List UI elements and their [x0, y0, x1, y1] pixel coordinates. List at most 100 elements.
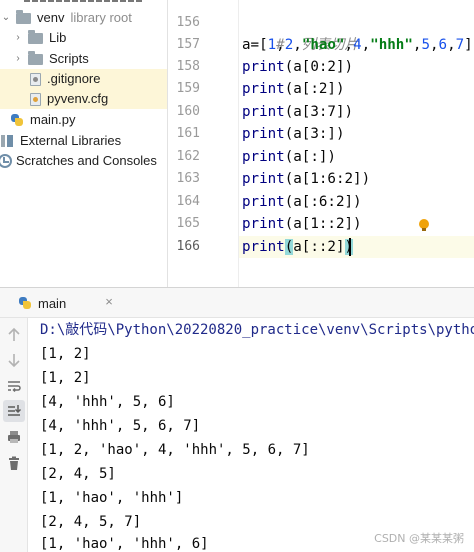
- code-number: 2: [284, 37, 294, 53]
- code-token: ,: [344, 37, 354, 53]
- code-token: ,: [293, 37, 302, 53]
- python-run-icon: [18, 296, 32, 310]
- run-tab-main[interactable]: main: [18, 292, 66, 314]
- code-number: 6: [438, 37, 448, 53]
- code-builtin: print: [242, 171, 285, 187]
- console-output-line: [4, 'hhh', 5, 6, 7]: [40, 418, 201, 434]
- code-token: (a[0:2]): [284, 59, 354, 75]
- up-arrow-icon[interactable]: [3, 324, 25, 346]
- tree-item-label: venv: [37, 10, 65, 25]
- tree-item-scratches[interactable]: Scratches and Consoles: [0, 151, 157, 171]
- code-token: ,: [276, 37, 285, 53]
- folder-icon: [28, 50, 43, 65]
- tree-item-label: Lib: [49, 30, 67, 45]
- chevron-right-icon[interactable]: ›: [12, 49, 24, 69]
- code-line-157[interactable]: a=[1,2,"hao",4,"hhh",5,6,7]: [242, 34, 473, 56]
- line-number: 158: [176, 59, 200, 74]
- code-token: (a[1:6:2]): [284, 171, 371, 187]
- code-token: ,: [429, 37, 439, 53]
- console-output-line: [1, 2, 'hao', 4, 'hhh', 5, 6, 7]: [40, 442, 310, 458]
- code-token: ]: [464, 37, 473, 53]
- code-line-163[interactable]: print(a[1:6:2]): [242, 168, 370, 190]
- line-number: 163: [176, 171, 200, 186]
- console-command-line: D:\敲代码\Python\20220820_practice\venv\Scr…: [40, 322, 474, 338]
- code-number: 5: [421, 37, 430, 53]
- intention-bulb-icon[interactable]: [418, 219, 430, 232]
- code-builtin: print: [242, 149, 285, 165]
- tree-item-gitignore[interactable]: .gitignore: [0, 69, 167, 89]
- line-number: 164: [176, 194, 200, 209]
- chevron-right-icon[interactable]: ›: [12, 28, 24, 48]
- down-arrow-icon[interactable]: [3, 349, 25, 371]
- code-string: "hhh": [370, 37, 413, 53]
- project-tree: ⌄ venv library root › Lib › Scripts .git…: [0, 0, 167, 287]
- run-console[interactable]: D:\敲代码\Python\20220820_practice\venv\Scr…: [28, 318, 474, 552]
- console-output-line: [1, 2]: [40, 346, 91, 362]
- text-caret: [349, 238, 351, 256]
- code-line-166[interactable]: print(a[::2]): [242, 236, 354, 258]
- code-builtin: print: [242, 81, 285, 97]
- line-number: 165: [176, 216, 200, 231]
- config-file-icon: [30, 92, 41, 106]
- tree-item-main-py[interactable]: main.py: [6, 110, 76, 130]
- code-token: (a[3:7]): [284, 104, 354, 120]
- line-number-current: 166: [176, 239, 200, 254]
- console-output-line: [4, 'hhh', 5, 6]: [40, 394, 175, 410]
- code-builtin: print: [242, 239, 285, 255]
- library-icon: [0, 135, 15, 147]
- code-line-160[interactable]: print(a[3:7]): [242, 101, 353, 123]
- code-token: (a[3:]): [284, 126, 345, 142]
- chevron-down-icon[interactable]: ⌄: [0, 8, 12, 28]
- print-icon[interactable]: [3, 426, 25, 448]
- tree-item-scripts[interactable]: › Scripts: [12, 49, 89, 69]
- close-icon[interactable]: ×: [102, 293, 116, 311]
- code-line-165[interactable]: print(a[1::2]): [242, 213, 362, 235]
- library-root-hint: library root: [70, 10, 132, 25]
- code-token: (a[1::2]): [284, 216, 362, 232]
- console-output-line: [1, 2]: [40, 370, 91, 386]
- line-number: 160: [176, 104, 200, 119]
- console-output-line: [2, 4, 5]: [40, 466, 116, 482]
- code-builtin: print: [242, 216, 285, 232]
- tree-item-label: Scratches and Consoles: [16, 153, 157, 168]
- line-number: 156: [176, 15, 200, 30]
- line-number: 157: [176, 37, 200, 52]
- run-tab-label: main: [38, 295, 67, 311]
- file-icon: [30, 72, 41, 86]
- tree-item-label: Scripts: [49, 51, 89, 66]
- code-token: (a[:2]): [284, 81, 345, 97]
- tree-item-external-libraries[interactable]: External Libraries: [0, 131, 121, 151]
- run-toolbar: [0, 318, 28, 552]
- tree-item-venv[interactable]: ⌄ venv library root: [0, 8, 132, 28]
- line-number: 161: [176, 126, 200, 141]
- code-line-162[interactable]: print(a[:]): [242, 146, 336, 168]
- tree-item-lib[interactable]: › Lib: [12, 28, 66, 48]
- line-gutter: 156 157 158 159 160 161 162 163 164 165 …: [168, 0, 236, 287]
- code-line-156[interactable]: # 列表切片: [242, 12, 358, 53]
- code-token: ,: [447, 37, 456, 53]
- code-editor[interactable]: 156 157 158 159 160 161 162 163 164 165 …: [167, 0, 474, 287]
- line-number: 159: [176, 81, 200, 96]
- code-token: (a[:6:2]): [284, 194, 362, 210]
- scroll-to-end-icon[interactable]: [3, 400, 25, 422]
- code-line-159[interactable]: print(a[:2]): [242, 78, 345, 100]
- run-tab-bar: main ×: [0, 288, 474, 318]
- code-token: a[::2]: [293, 239, 345, 255]
- code-line-158[interactable]: print(a[0:2]): [242, 56, 353, 78]
- folder-icon: [16, 9, 31, 24]
- tree-item-pyvenv-cfg[interactable]: pyvenv.cfg: [0, 89, 167, 109]
- code-number: 7: [455, 37, 465, 53]
- code-line-161[interactable]: print(a[3:]): [242, 123, 345, 145]
- tree-item-label: main.py: [30, 112, 76, 127]
- tree-item-label: .gitignore: [47, 71, 101, 86]
- soft-wrap-icon[interactable]: [3, 375, 25, 397]
- trash-icon[interactable]: [3, 452, 25, 474]
- line-number: 162: [176, 149, 200, 164]
- code-builtin: print: [242, 126, 285, 142]
- code-token: (a[:]): [284, 149, 336, 165]
- console-output-line: [1, 'hao', 'hhh', 6]: [40, 536, 209, 552]
- code-line-164[interactable]: print(a[:6:2]): [242, 191, 362, 213]
- code-builtin: print: [242, 104, 285, 120]
- code-token: a=[: [242, 37, 268, 53]
- code-number: 1: [267, 37, 277, 53]
